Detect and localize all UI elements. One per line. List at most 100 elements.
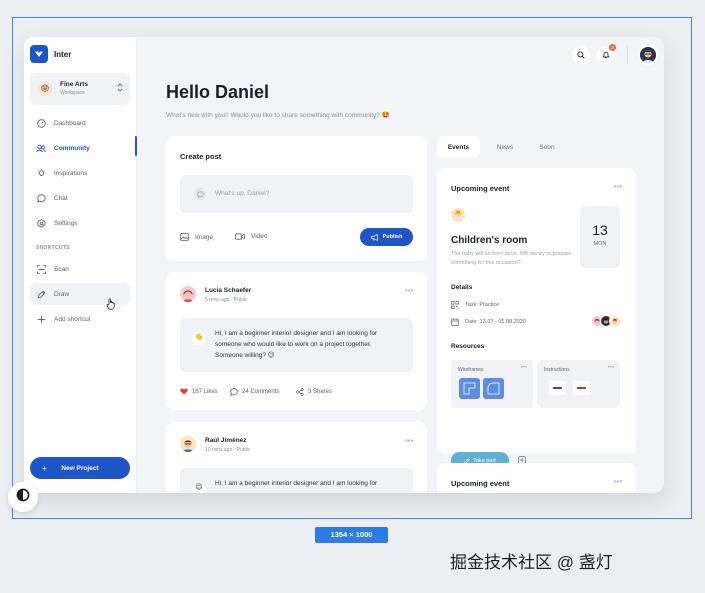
shortcut-label: Draw (54, 290, 70, 298)
like-button[interactable]: 187 Likes (180, 388, 218, 395)
sidebar-item-settings[interactable]: Settings (36, 216, 136, 230)
more-icon[interactable]: ••• (614, 477, 622, 486)
more-icon[interactable]: ••• (405, 286, 413, 295)
new-project-label: New Project (61, 464, 99, 472)
create-post-card: Create post What's up, Daniel? Image Vid… (166, 136, 427, 261)
event-section-title: Upcoming event (451, 479, 510, 488)
shortcut-draw[interactable]: Draw (36, 287, 136, 301)
event-section-title: Upcoming event (451, 184, 510, 193)
search-button[interactable] (572, 46, 590, 64)
qr-icon (451, 301, 459, 309)
sidebar-item-community[interactable]: Community (36, 141, 136, 155)
post-text-line: Hi, I am a beginner interior designer an… (215, 480, 378, 487)
post-text: Hi, I am a beginner interior designer an… (215, 328, 377, 361)
shortcut-add[interactable]: Add shortcut (36, 312, 136, 326)
new-project-button[interactable]: + New Project (30, 457, 130, 479)
active-indicator (135, 136, 137, 156)
more-icon[interactable]: ••• (521, 365, 527, 371)
right-tabs: Events News Soon (437, 136, 636, 158)
post-input[interactable]: What's up, Daniel? (180, 175, 413, 213)
event-task-text: Task: Practice (465, 302, 500, 308)
share-icon (296, 388, 304, 396)
dimension-label: 1354 × 1000 (315, 527, 388, 543)
chat-icon (36, 193, 46, 203)
hand-cursor-icon (106, 298, 116, 313)
shortcut-scan[interactable]: Scan (36, 262, 136, 276)
sidebar-item-label: Inspirations (54, 169, 88, 177)
divider (627, 46, 628, 64)
wireframe-thumbnail (483, 378, 504, 399)
shortcut-label: Scan (54, 265, 69, 273)
sidebar-item-chat[interactable]: Chat (36, 191, 136, 205)
more-icon[interactable]: ••• (405, 436, 413, 445)
comments-count: 24 Comments (242, 389, 280, 395)
attendees[interactable] (591, 315, 625, 328)
post-visibility: Public (233, 297, 248, 303)
sidebar-item-dashboard[interactable]: Dashboard (36, 116, 136, 130)
tab-events[interactable]: Events (437, 136, 480, 158)
video-button[interactable]: Video (235, 233, 268, 240)
event-emoji: 🐣 (451, 208, 465, 222)
lightbulb-icon (36, 168, 46, 178)
gear-icon (36, 218, 46, 228)
app-window: Inter 😝 Fine Arts Workspace Dashboard Co… (24, 37, 664, 493)
event-month: MON (593, 241, 607, 247)
tab-news[interactable]: News (484, 136, 526, 158)
post-time: 10 mins ago (205, 447, 233, 453)
watermark: 掘金技术社区 @ 盏灯 (450, 553, 613, 572)
search-icon (577, 46, 585, 64)
scan-icon (36, 264, 46, 274)
page-title: Hello Daniel (166, 82, 270, 102)
author-name[interactable]: Lucia Schaefer (205, 287, 251, 294)
post-body: 👋 Hi, I am a beginner interior designer … (180, 318, 413, 372)
user-avatar[interactable] (638, 45, 658, 65)
heart-icon (180, 388, 188, 395)
workspace-type: Workspace (60, 90, 85, 96)
event-day: 13 (592, 222, 608, 238)
chat-bubble-icon (194, 188, 206, 200)
author-avatar[interactable] (180, 436, 196, 452)
calendar-icon (451, 318, 459, 326)
post-text-line: someone who would like to work on a proj… (215, 341, 372, 348)
workspace-emoji: 😝 (38, 82, 52, 96)
sidebar-item-label: Chat (54, 194, 68, 202)
author-name[interactable]: Raúl Jiménez (205, 437, 247, 444)
post-time: 5 mins ago (205, 297, 230, 303)
details-heading: Details (451, 284, 473, 291)
post-text: Hi, I am a beginner interior designer an… (215, 478, 377, 489)
video-icon (235, 233, 245, 240)
image-label: Image (195, 233, 214, 241)
tab-soon[interactable]: Soon (527, 136, 567, 158)
plus-icon: + (42, 463, 47, 473)
sidebar-item-label: Dashboard (54, 119, 86, 127)
image-button[interactable]: Image (180, 233, 213, 241)
post-visibility: Public (236, 447, 251, 453)
resources-heading: Resources (451, 343, 485, 350)
more-icon[interactable]: ••• (614, 182, 622, 191)
sidebar-item-inspirations[interactable]: Inspirations (36, 166, 136, 180)
event-name[interactable]: Children's room (451, 235, 527, 246)
publish-label: Publish (382, 234, 403, 240)
post-input-placeholder: What's up, Daniel? (215, 190, 270, 197)
post-meta: 5 mins ago · Public (205, 297, 248, 303)
comment-button[interactable]: 24 Comments (230, 388, 279, 396)
event-description: The baby will be born soon. Will we try … (451, 251, 572, 266)
share-button[interactable]: 3 Shares (296, 388, 332, 396)
brand-logo-icon (30, 45, 48, 63)
notifications-button[interactable]: 3 (597, 44, 616, 64)
resource-instructions[interactable]: Instructions ••• (537, 360, 620, 408)
more-icon[interactable]: ••• (608, 365, 614, 371)
event-card: Upcoming event ••• 🐣 Children's room The… (437, 168, 636, 469)
post-card: Raúl Jiménez 10 mins ago · Public ••• 😉 … (166, 422, 427, 493)
likes-count: 187 Likes (192, 388, 218, 395)
notification-badge: 3 (609, 44, 616, 51)
attendee-avatar (609, 315, 621, 327)
workspace-switcher[interactable]: 😝 Fine Arts Workspace (30, 73, 130, 105)
publish-button[interactable]: Publish (360, 228, 413, 246)
author-avatar[interactable] (180, 286, 196, 302)
document-thumbnail (549, 381, 566, 395)
brand-name: Inter (54, 50, 72, 59)
post-card: Lucia Schaefer 5 mins ago · Public ••• 👋… (166, 272, 427, 410)
resource-wireframes[interactable]: Wireframes ••• (451, 360, 533, 408)
theme-toggle-button[interactable] (8, 482, 38, 512)
